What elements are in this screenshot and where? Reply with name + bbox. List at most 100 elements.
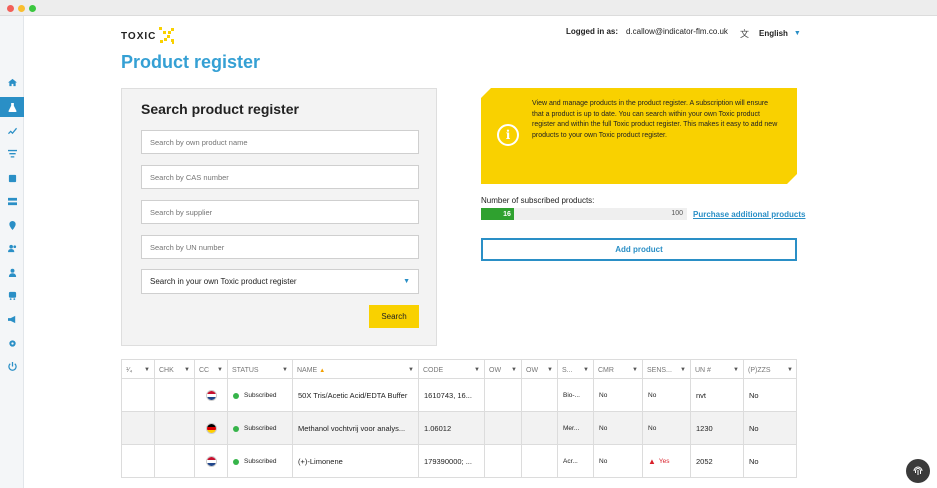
chevron-down-icon: ▼ — [632, 367, 638, 373]
ow2-cell — [522, 379, 558, 412]
un-cell: 2052 — [691, 445, 744, 478]
chevron-down-icon: ▼ — [282, 367, 288, 373]
user-email: d.callow@indicator-flm.co.uk — [626, 27, 728, 36]
search-panel: Search product register Search in your o… — [121, 88, 437, 346]
add-product-button[interactable]: Add product — [481, 238, 797, 261]
subscription-max: 100 — [671, 210, 683, 217]
netherlands-flag-icon — [205, 456, 217, 467]
minimize-window-button[interactable] — [18, 5, 25, 12]
column-header-chk[interactable]: CHK ▼ — [155, 360, 195, 380]
column-header-select[interactable]: ¹⁄₄ ▼ — [122, 360, 155, 380]
fingerprint-icon — [913, 466, 923, 475]
chevron-down-icon: ▼ — [793, 30, 801, 37]
code-cell: 1.06012 — [419, 412, 485, 445]
chevron-down-icon: ▼ — [217, 367, 223, 373]
translate-icon: 文 — [740, 29, 750, 39]
search-scope-select[interactable]: Search in your own Toxic product registe… — [141, 269, 419, 294]
cmr-cell: No — [594, 412, 643, 445]
status-dot-icon — [233, 458, 239, 465]
netherlands-flag-icon — [205, 390, 217, 401]
chevron-down-icon: ▼ — [787, 367, 793, 373]
column-header-name[interactable]: NAME ▲ ▼ — [293, 360, 419, 380]
vehicle-icon[interactable] — [0, 285, 24, 305]
purchase-additional-products-link[interactable]: Purchase additional products — [693, 210, 805, 219]
un-number-search-input[interactable] — [141, 235, 419, 259]
column-header-sens[interactable]: SENS... ▼ — [643, 360, 691, 380]
logo-text: TOXIC — [121, 30, 157, 42]
chevron-down-icon: ▼ — [408, 367, 414, 373]
pzzs-cell: No — [749, 457, 759, 466]
sens-cell: No — [643, 379, 691, 412]
power-icon[interactable] — [0, 356, 24, 376]
row-select-cell[interactable] — [122, 412, 155, 445]
search-button[interactable]: Search — [369, 305, 419, 328]
user-group-icon[interactable] — [0, 238, 24, 258]
fingerprint-help-button[interactable] — [906, 459, 930, 483]
info-box: i View and manage products in the produc… — [481, 88, 797, 184]
code-cell: 1610743, 16... — [419, 379, 485, 412]
name-cell[interactable]: Methanol vochtvrij voor analys... — [293, 412, 419, 445]
column-header-ow-2[interactable]: OW ▼ — [522, 360, 558, 380]
supplier-cell: Bio-... — [558, 379, 594, 412]
close-window-button[interactable] — [7, 5, 14, 12]
search-panel-title: Search product register — [141, 101, 299, 117]
supplier-cell: Acr... — [558, 445, 594, 478]
maximize-window-button[interactable] — [29, 5, 36, 12]
table-row[interactable]: Subscribed (+)-Limonene 179390000; ... A… — [121, 445, 797, 478]
chevron-down-icon: ▼ — [547, 367, 553, 373]
column-header-un[interactable]: UN # ▼ — [691, 360, 744, 380]
logged-in-label: Logged in as: — [566, 27, 618, 36]
toxic-logo[interactable]: TOXIC — [121, 25, 176, 47]
country-cell — [195, 379, 228, 412]
sort-ascending-icon: ▲ — [319, 367, 326, 374]
table-row[interactable]: Subscribed Methanol vochtvrij voor analy… — [121, 412, 797, 445]
column-header-pzzs[interactable]: (P)ZZS ▼ — [744, 360, 797, 380]
chevron-down-icon: ▼ — [403, 278, 410, 285]
supplier-cell: Mer... — [558, 412, 594, 445]
subscription-progress-fill: 16 — [481, 208, 514, 220]
row-chk-cell — [155, 445, 195, 478]
table-row[interactable]: Subscribed 50X Tris/Acetic Acid/EDTA Buf… — [121, 379, 797, 412]
chevron-down-icon: ▼ — [474, 367, 480, 373]
filter-icon[interactable] — [0, 143, 24, 163]
row-select-cell[interactable] — [122, 445, 155, 478]
chevron-down-icon: ▼ — [680, 367, 686, 373]
product-table: ¹⁄₄ ▼ CHK ▼ CC ▼ STATUS ▼ NAME ▲ ▼ CODE ▼ OW ▼ O… — [121, 359, 797, 478]
storage-icon[interactable] — [0, 191, 24, 211]
language-selector[interactable]: 文 English ▼ — [740, 27, 801, 40]
column-header-ow-1[interactable]: OW ▼ — [485, 360, 522, 380]
megaphone-icon[interactable] — [0, 309, 24, 329]
name-cell[interactable]: (+)-Limonene — [293, 445, 419, 478]
column-header-status[interactable]: STATUS ▼ — [228, 360, 293, 380]
supplier-search-input[interactable] — [141, 200, 419, 224]
warning-icon: ▲ — [648, 457, 656, 466]
status-cell: Subscribed — [228, 412, 293, 445]
user-icon[interactable] — [0, 262, 24, 282]
chart-icon[interactable] — [0, 120, 24, 140]
country-cell — [195, 412, 228, 445]
chevron-down-icon: ▼ — [733, 367, 739, 373]
status-dot-icon — [233, 392, 239, 399]
column-header-cc[interactable]: CC ▼ — [195, 360, 228, 380]
ow2-cell — [522, 445, 558, 478]
location-icon[interactable] — [0, 215, 24, 235]
sidebar — [0, 16, 24, 488]
pzzs-cell: No — [749, 391, 759, 400]
column-header-supplier[interactable]: S... ▼ — [558, 360, 594, 380]
chevron-down-icon: ▼ — [511, 367, 517, 373]
product-name-search-input[interactable] — [141, 130, 419, 154]
document-icon[interactable] — [0, 168, 24, 188]
un-cell: nvt — [691, 379, 744, 412]
home-icon[interactable] — [0, 72, 24, 92]
cas-number-search-input[interactable] — [141, 165, 419, 189]
column-header-code[interactable]: CODE ▼ — [419, 360, 485, 380]
name-cell[interactable]: 50X Tris/Acetic Acid/EDTA Buffer — [293, 379, 419, 412]
row-select-cell[interactable] — [122, 379, 155, 412]
subscribed-products-label: Number of subscribed products: — [481, 196, 595, 205]
window-titlebar — [0, 0, 937, 16]
product-register-icon[interactable] — [0, 97, 24, 117]
sens-cell: No — [643, 412, 691, 445]
column-header-cmr[interactable]: CMR ▼ — [594, 360, 643, 380]
gear-icon[interactable] — [0, 333, 24, 353]
cmr-cell: No — [594, 445, 643, 478]
